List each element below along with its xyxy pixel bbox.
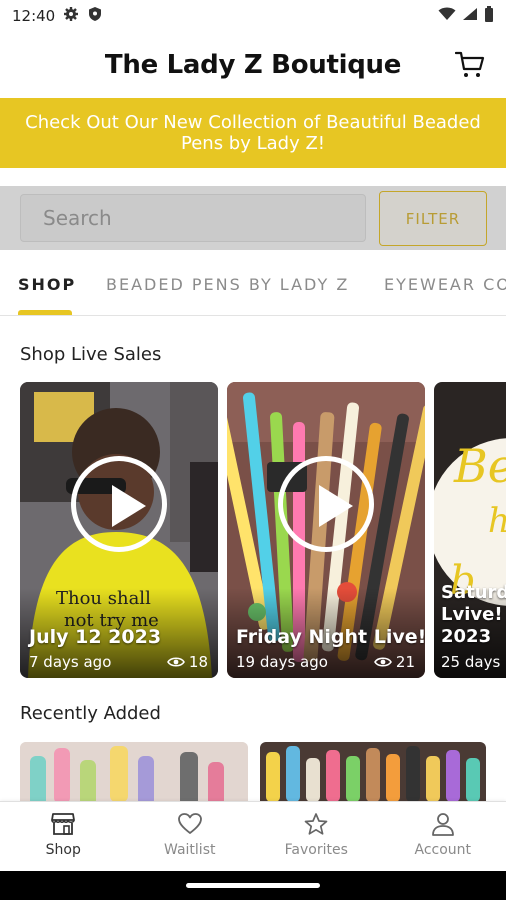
recently-added-list[interactable] (0, 742, 506, 802)
promo-text: Check Out Our New Collection of Beautifu… (25, 112, 481, 154)
status-time: 12:40 (12, 7, 56, 25)
wifi-icon (438, 7, 456, 25)
nav-account[interactable]: Account (380, 802, 506, 871)
cart-button[interactable] (454, 49, 486, 81)
live-sale-title: Friday Night Live! (236, 626, 425, 648)
signal-icon (462, 7, 478, 25)
live-sale-title: July 12 2023 (29, 626, 162, 648)
nav-favorites[interactable]: Favorites (253, 802, 380, 871)
search-input[interactable]: Search (20, 194, 366, 242)
live-sale-age: 7 days ago (29, 653, 112, 671)
view-count: 18 (166, 653, 208, 671)
play-button[interactable] (71, 456, 167, 552)
nav-waitlist[interactable]: Waitlist (127, 802, 254, 871)
eye-icon (373, 657, 392, 667)
person-icon (431, 813, 454, 836)
filter-label: FILTER (405, 209, 461, 228)
home-indicator[interactable] (186, 883, 320, 888)
product-thumbnail[interactable] (260, 742, 486, 802)
live-sale-age: 19 days ago (236, 653, 328, 671)
svg-text:h: h (488, 501, 506, 541)
play-button[interactable] (278, 456, 374, 552)
star-icon (304, 813, 328, 835)
system-gesture-bar (0, 871, 506, 900)
tab-shop[interactable]: SHOP (18, 275, 76, 294)
filter-button[interactable]: FILTER (379, 191, 487, 246)
search-placeholder: Search (43, 206, 112, 230)
nav-shop[interactable]: Shop (0, 802, 127, 871)
nav-shop-label: Shop (45, 842, 81, 858)
eye-icon (166, 657, 185, 667)
nav-favorites-label: Favorites (284, 842, 348, 858)
nav-waitlist-label: Waitlist (164, 842, 216, 858)
battery-icon (484, 6, 494, 26)
recently-added-heading: Recently Added (20, 703, 161, 724)
cart-icon (455, 51, 485, 77)
heart-icon (177, 813, 202, 834)
shield-icon (87, 6, 103, 26)
tab-eyewear[interactable]: EYEWEAR CO (384, 275, 506, 294)
live-sale-title: Saturda Lvive! J 2023 (441, 582, 506, 647)
view-count-value: 21 (395, 653, 415, 671)
promo-banner[interactable]: Check Out Our New Collection of Beautifu… (0, 98, 506, 168)
live-sales-carousel[interactable]: Thou shall not try me July 12 2023 7 day… (0, 382, 506, 678)
live-sale-card[interactable]: Friday Night Live! 19 days ago 21 (227, 382, 425, 678)
view-count-value: 18 (188, 653, 208, 671)
store-icon (51, 813, 76, 835)
svg-text:Be: Be (453, 439, 506, 493)
bottom-navigation: Shop Waitlist Favorites Account (0, 801, 506, 871)
status-bar: 12:40 (0, 0, 506, 32)
live-sales-heading: Shop Live Sales (20, 344, 162, 365)
view-count: 21 (373, 653, 415, 671)
live-sale-age: 25 days (441, 653, 501, 671)
live-sale-card[interactable]: Thou shall not try me July 12 2023 7 day… (20, 382, 218, 678)
live-sale-card[interactable]: Be h b Saturda Lvive! J 2023 25 days (434, 382, 506, 678)
nav-account-label: Account (414, 842, 472, 858)
tab-beaded-pens[interactable]: BEADED PENS BY LADY Z (106, 275, 349, 294)
store-title: The Lady Z Boutique (104, 50, 402, 80)
active-tab-indicator (18, 310, 72, 315)
category-tabs: SHOP BEADED PENS BY LADY Z EYEWEAR CO (0, 260, 506, 316)
search-bar: Search FILTER (0, 186, 506, 250)
gear-icon (63, 6, 79, 26)
product-thumbnail[interactable] (20, 742, 248, 802)
app-header: The Lady Z Boutique (0, 32, 506, 98)
